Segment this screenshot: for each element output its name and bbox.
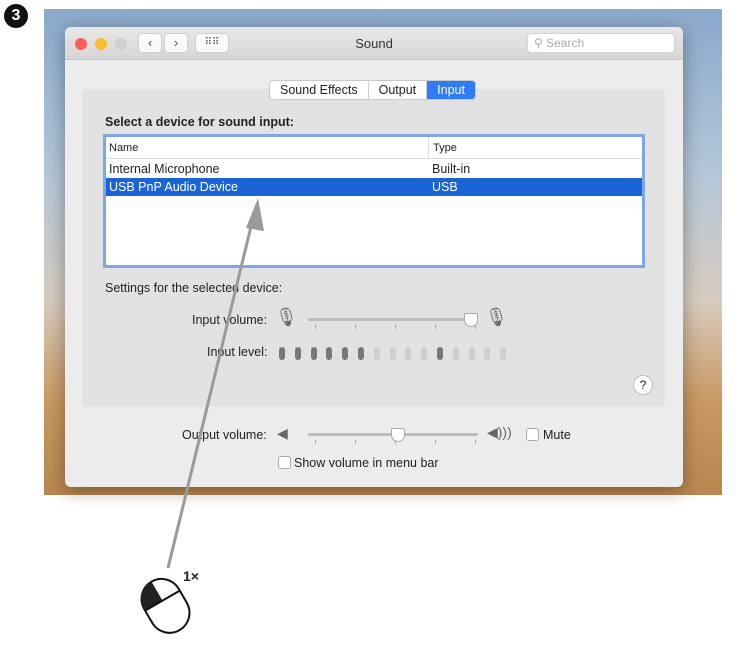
click-count: 1× bbox=[183, 568, 199, 584]
tab-bar: Sound Effects Output Input bbox=[269, 80, 476, 100]
tab-sound-effects[interactable]: Sound Effects bbox=[270, 81, 369, 99]
tab-input[interactable]: Input bbox=[427, 81, 475, 99]
arrow-head bbox=[246, 198, 264, 231]
tab-output[interactable]: Output bbox=[369, 81, 428, 99]
arrow-line bbox=[166, 209, 257, 569]
